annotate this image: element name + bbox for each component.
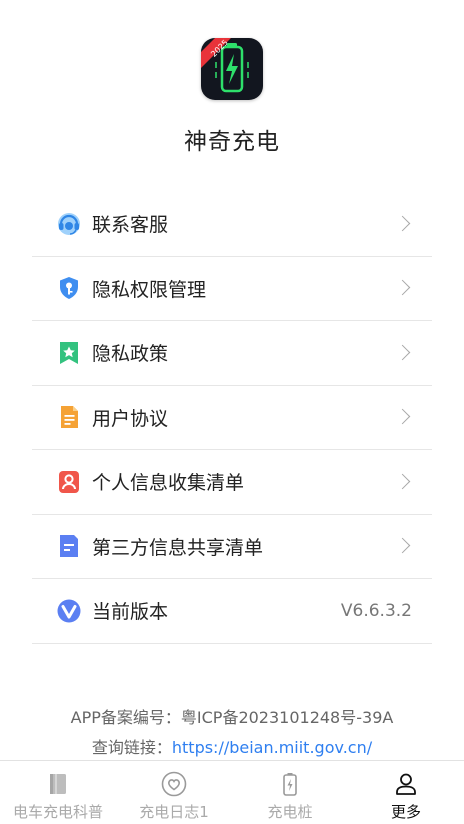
menu-item-label: 第三方信息共享清单 (92, 536, 264, 559)
list-document-icon (56, 533, 82, 559)
battery-bolt-icon (277, 771, 303, 797)
app-logo-icon: 2025 (201, 38, 263, 100)
menu-item-personal-info-list[interactable]: 个人信息收集清单 (32, 450, 432, 515)
person-icon (56, 469, 82, 495)
settings-menu: 联系客服 隐私权限管理 隐私政策 用户协议 个人信息收集清单 第三方信息共享清单… (32, 192, 432, 644)
icp-record-text: APP备案编号：粤ICP备2023101248号-39A (70, 708, 394, 727)
app-header: 2025 神奇充电 (0, 0, 464, 170)
bookmark-star-icon (56, 340, 82, 366)
tab-label: 电车充电科普 (12, 803, 103, 821)
person-outline-icon (393, 771, 419, 797)
menu-item-current-version[interactable]: 当前版本 V6.6.3.2 (32, 579, 432, 644)
menu-item-label: 当前版本 (92, 601, 169, 624)
version-v-icon (56, 598, 82, 624)
menu-item-label: 隐私政策 (92, 343, 169, 366)
chevron-right-icon (394, 473, 411, 490)
menu-item-label: 个人信息收集清单 (92, 472, 245, 495)
tab-label: 充电日志1 (139, 803, 209, 821)
headset-icon (56, 211, 82, 237)
app-name: 神奇充电 (184, 129, 280, 155)
bottom-tab-bar: 电车充电科普 充电日志1 充电桩 更多 (0, 760, 464, 824)
tab-more[interactable]: 更多 (348, 761, 464, 824)
heart-icon (161, 771, 187, 797)
query-link-label: 查询链接： (91, 738, 172, 757)
menu-item-label: 隐私权限管理 (92, 278, 207, 301)
tab-ev-charging-knowledge[interactable]: 电车充电科普 (0, 761, 116, 824)
menu-item-customer-service[interactable]: 联系客服 (32, 192, 432, 257)
version-value: V6.6.3.2 (340, 600, 412, 621)
menu-item-third-party-sharing-list[interactable]: 第三方信息共享清单 (32, 515, 432, 579)
book-icon (45, 771, 71, 797)
shield-key-icon (56, 275, 82, 301)
chevron-right-icon (394, 537, 411, 554)
tab-charging-station[interactable]: 充电桩 (232, 761, 348, 824)
menu-item-label: 用户协议 (92, 407, 169, 430)
menu-item-privacy-policy[interactable]: 隐私政策 (32, 321, 432, 386)
footer-info: APP备案编号：粤ICP备2023101248号-39A 查询链接：https:… (0, 706, 464, 766)
chevron-right-icon (394, 344, 411, 361)
document-icon (56, 404, 82, 430)
menu-item-label: 联系客服 (92, 214, 169, 237)
chevron-right-icon (394, 279, 411, 296)
tab-label: 更多 (390, 803, 421, 821)
chevron-right-icon (394, 215, 411, 232)
tab-charging-log[interactable]: 充电日志1 (116, 761, 232, 824)
menu-item-privacy-permissions[interactable]: 隐私权限管理 (32, 257, 432, 321)
query-link[interactable]: https://beian.miit.gov.cn/ (172, 738, 372, 757)
menu-item-user-agreement[interactable]: 用户协议 (32, 386, 432, 450)
tab-label: 充电桩 (267, 803, 313, 821)
chevron-right-icon (394, 408, 411, 425)
